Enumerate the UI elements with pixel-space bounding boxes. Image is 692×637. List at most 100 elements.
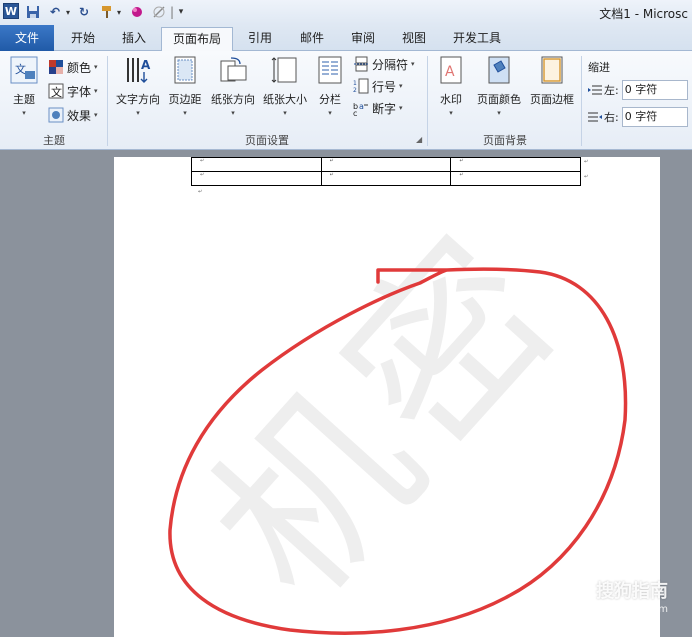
columns-button[interactable]: 分栏 ▾ [313,55,347,127]
orientation-icon [220,57,247,82]
table-cell[interactable]: ↵ [320,157,452,172]
ribbon: 文 主题 ▾ 颜色 ▾ 文 字体 ▾ 效果 ▾ 主题 A 文字方向 ▾ 页边距 ▾ 纸… [0,51,692,150]
indent-title: 缩进 [588,61,610,74]
redo-icon[interactable]: ↻ [77,3,91,21]
undo-icon[interactable]: ↶ [47,3,63,21]
row-end-mark: ↵ [584,159,589,165]
indent-right-icon [588,112,602,122]
watermark-button[interactable]: A 水印 ▾ [432,55,470,127]
text-direction-label: 文字方向 [116,93,160,106]
indent-right-label: 右: [604,111,619,124]
breaks-caret-icon: ▾ [411,60,415,68]
table-cell[interactable]: ↵ [191,171,322,186]
margins-label: 页边距 [168,93,202,106]
customize-qa-icon[interactable]: ▾ [177,3,185,21]
color-ball-icon[interactable] [130,3,144,21]
themes-dropdown-icon: ▾ [22,109,26,117]
margins-icon [174,56,196,84]
columns-label: 分栏 [319,93,341,106]
table-cell[interactable]: ↵ [320,171,452,186]
watermark-dropdown-icon: ▾ [449,109,453,117]
tab-mailings[interactable]: 邮件 [290,27,334,50]
theme-colors-label: 颜色 [67,60,92,75]
line-numbers-icon: 12 [353,78,369,94]
theme-fonts-caret-icon: ▾ [94,87,98,95]
theme-colors-button[interactable]: 颜色 ▾ [48,57,98,77]
themes-icon: 文 [10,56,38,84]
row-end-mark: ↵ [584,174,589,180]
word-app-icon[interactable]: W [3,3,19,19]
theme-fonts-button[interactable]: 文 字体 ▾ [48,81,98,101]
themes-button[interactable]: 文 主题 ▾ [4,55,44,127]
line-numbers-caret-icon: ▾ [399,82,403,90]
hyphenation-caret-icon: ▾ [399,104,403,112]
breaks-button[interactable]: 分隔符 ▾ [353,54,415,74]
size-label: 纸张大小 [263,93,307,106]
svg-text:文: 文 [15,62,26,76]
size-button[interactable]: 纸张大小 ▾ [260,55,310,127]
watermark-label: 水印 [440,93,462,106]
page-size-icon [271,57,297,83]
tab-page-layout[interactable]: 页面布局 [161,27,233,52]
tab-review[interactable]: 审阅 [341,27,385,50]
svg-text:文: 文 [51,85,62,99]
orientation-button[interactable]: 纸张方向 ▾ [207,55,259,127]
indent-left-icon [588,85,602,95]
indent-right-input[interactable]: 0 字符 [621,107,688,127]
indent-left-input[interactable]: 0 字符 [621,80,688,100]
tab-insert[interactable]: 插入 [112,27,156,50]
page-color-button[interactable]: 页面颜色 ▾ [473,55,525,127]
tab-file[interactable]: 文件 [0,25,54,51]
svg-text:2: 2 [353,87,357,94]
line-numbers-button[interactable]: 12 行号 ▾ [353,76,403,96]
margins-button[interactable]: 页边距 ▾ [164,55,206,127]
theme-effects-button[interactable]: 效果 ▾ [48,105,98,125]
page-setup-launcher-icon[interactable]: ◢ [416,135,422,144]
page-borders-button[interactable]: 页面边框 [526,55,578,127]
tab-developer[interactable]: 开发工具 [446,27,508,50]
site-watermark-name-row: 搜狗指南 [574,577,668,603]
hyphenation-button[interactable]: bac 断字 ▾ [353,98,403,118]
theme-group-label: 主题 [43,134,65,147]
indent-right-row: 右: 0 字符 [588,106,688,128]
document-table[interactable]: ↵ ↵ ↵ ↵ ↵ ↵ [191,157,581,186]
site-watermark-name: 搜狗指南 [596,581,668,602]
text-direction-button[interactable]: A 文字方向 ▾ [112,55,164,127]
size-dropdown-icon: ▾ [283,109,287,117]
breaks-label: 分隔符 [372,57,409,72]
theme-fonts-label: 字体 [67,84,92,99]
page-borders-label: 页面边框 [530,93,574,106]
theme-colors-icon [49,60,63,74]
theme-effects-label: 效果 [67,108,92,123]
orientation-label: 纸张方向 [211,93,255,106]
tab-home[interactable]: 开始 [60,27,106,50]
tab-view[interactable]: 视图 [392,27,436,50]
ribbon-tabs: 文件 开始 插入 页面布局 引用 邮件 审阅 视图 开发工具 [0,25,692,52]
svg-text:A: A [141,58,151,72]
table-cell[interactable]: ↵ [450,171,581,186]
table-cell[interactable]: ↵ [191,157,322,172]
undo-dropdown-icon[interactable]: ▾ [64,3,72,21]
paint-dropdown-icon[interactable]: ▾ [115,3,123,21]
confidential-watermark: 机密 [170,193,603,637]
document-page[interactable]: 机密 ↵ ↵ ↵ ↵ ↵ ↵ ↵ ↵ ↵ [114,157,660,637]
line-numbers-label: 行号 [372,79,397,94]
format-painter-icon[interactable] [99,3,115,21]
theme-colors-caret-icon: ▾ [94,63,98,71]
title-bar: W ↶ ▾ ↻ ▾ | ▾ 文档1 - Microsc [0,0,692,25]
indent-left-label: 左: [604,84,619,97]
page-color-dropdown-icon: ▾ [497,109,501,117]
document-area[interactable]: 机密 ↵ ↵ ↵ ↵ ↵ ↵ ↵ ↵ ↵ 搜狗指南 zhinan.sogou.c… [0,151,692,637]
page-setup-group-label: 页面设置 [245,134,289,147]
svg-text:c: c [353,109,357,116]
page-color-label: 页面颜色 [477,93,521,106]
page-color-icon [488,56,510,84]
columns-icon [318,56,342,84]
qa-separator: | [169,5,175,19]
save-icon[interactable] [25,3,41,21]
clear-format-icon[interactable] [151,3,167,21]
columns-dropdown-icon: ▾ [328,109,332,117]
table-cell[interactable]: ↵ [450,157,581,172]
tab-references[interactable]: 引用 [239,27,281,50]
paragraph-mark: ↵ [198,189,203,195]
